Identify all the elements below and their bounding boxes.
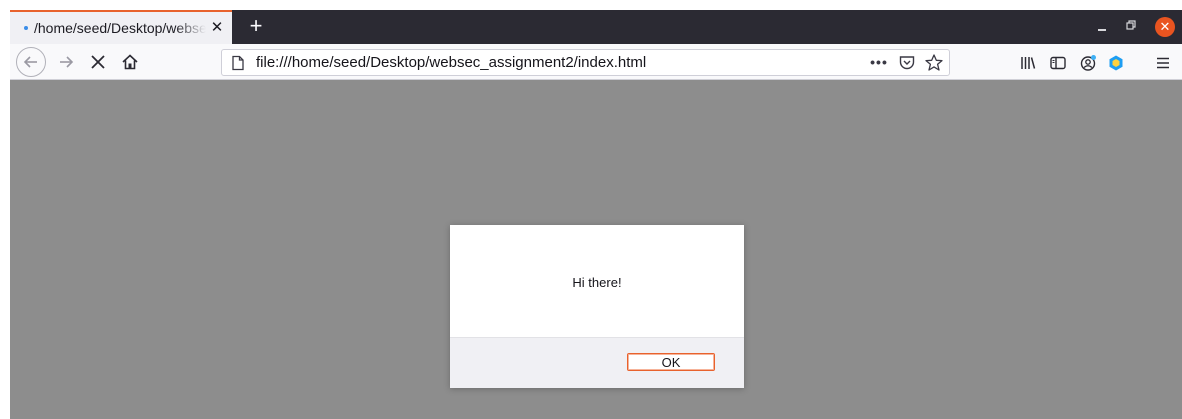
ok-button[interactable]: OK (627, 353, 715, 371)
stop-icon[interactable] (84, 48, 112, 76)
tab-active[interactable]: /home/seed/Desktop/websec_assignment2/in… (10, 10, 232, 44)
navigation-toolbar: file:///home/seed/Desktop/websec_assignm… (10, 44, 1182, 80)
pocket-icon[interactable] (897, 53, 917, 73)
alert-dialog: Hi there! OK (450, 225, 744, 388)
new-tab-button[interactable]: + (244, 14, 268, 38)
home-icon[interactable] (116, 48, 144, 76)
loading-indicator-icon (24, 26, 28, 30)
url-text[interactable]: file:///home/seed/Desktop/websec_assignm… (256, 54, 646, 71)
forward-arrow-icon[interactable] (52, 48, 80, 76)
browser-window: /home/seed/Desktop/websec_assignment2/in… (10, 10, 1182, 419)
tab-close-icon[interactable]: ✕ (208, 19, 226, 37)
page-actions-icon[interactable]: ••• (868, 52, 890, 74)
dialog-body: Hi there! (450, 225, 744, 337)
minimize-icon[interactable] (1095, 18, 1111, 34)
bookmark-star-icon[interactable] (924, 53, 944, 73)
tab-strip: /home/seed/Desktop/websec_assignment2/in… (10, 10, 1182, 44)
sidebar-icon[interactable] (1048, 53, 1068, 73)
dialog-footer: OK (450, 337, 744, 388)
page-icon (230, 55, 246, 71)
library-icon[interactable] (1018, 53, 1038, 73)
extension-icon[interactable] (1106, 53, 1126, 73)
dialog-message: Hi there! (572, 274, 622, 290)
window-close-icon[interactable]: ✕ (1155, 17, 1175, 37)
hamburger-menu-icon[interactable] (1153, 53, 1173, 73)
url-bar[interactable]: file:///home/seed/Desktop/websec_assignm… (221, 49, 950, 76)
tab-title: /home/seed/Desktop/websec_assignment2/in… (34, 20, 206, 36)
account-icon[interactable] (1078, 53, 1098, 73)
back-arrow-icon[interactable] (16, 47, 46, 77)
maximize-icon[interactable] (1123, 17, 1139, 33)
